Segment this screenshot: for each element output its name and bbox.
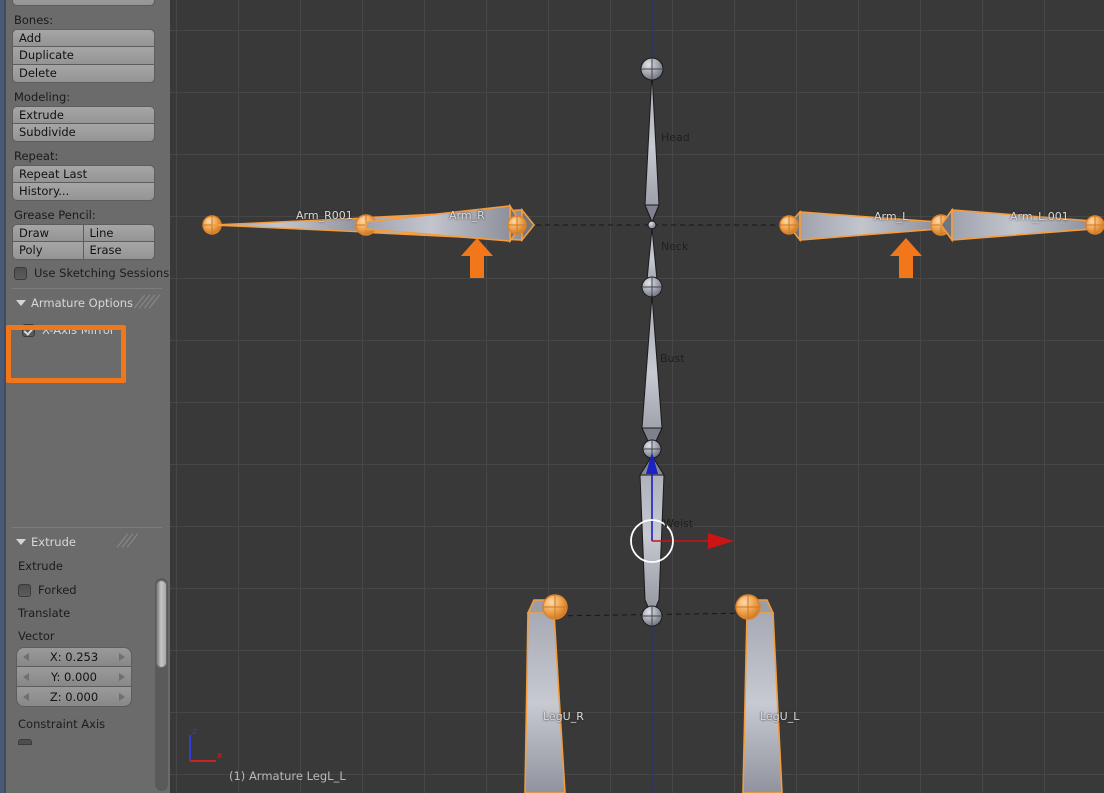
panel-divider-2 [12,527,162,528]
vector-x-field[interactable]: X: 0.253 [16,647,132,667]
triangle-down-icon [16,299,26,306]
gp-line-button[interactable]: Line [83,224,155,242]
increment-arrow-icon-z[interactable] [119,692,125,701]
constraint-axis-checkbox-clipped[interactable] [18,739,32,745]
modeling-section-label: Modeling: [14,90,71,104]
panel-divider-1 [12,288,162,289]
triangle-down-icon-2 [16,538,26,545]
increment-arrow-icon-y[interactable] [119,672,125,681]
increment-arrow-icon-x[interactable] [119,653,125,661]
gp-erase-button[interactable]: Erase [83,242,155,260]
forked-row[interactable]: Forked [18,583,170,597]
grease-pencil-section-label: Grease Pencil: [14,208,96,222]
vector-y-value: Y: 0.000 [51,669,97,684]
vector-y-field[interactable]: Y: 0.000 [16,667,132,687]
clipped-button-above[interactable] [12,0,155,6]
extrude-operator-label: Extrude [18,559,63,573]
vector-label: Vector [18,629,55,643]
vector-z-field[interactable]: Z: 0.000 [16,687,132,707]
decrement-arrow-icon-z[interactable] [23,692,29,701]
repeat-section-label: Repeat: [14,149,59,163]
vector-x-value: X: 0.253 [49,650,99,664]
use-sketching-sessions-checkbox[interactable] [14,266,27,280]
tool-shelf-scrollbar-track[interactable] [155,578,168,791]
armature-render [202,0,1104,793]
tool-shelf-panel: Bones: Add Duplicate Delete Modeling: Ex… [0,0,170,793]
extrude-panel-header[interactable]: Extrude [12,533,162,550]
armature-options-title: Armature Options [31,295,134,310]
subdivide-button[interactable]: Subdivide [12,124,155,142]
grease-pencil-row-1: Draw Line [12,224,155,242]
vector-field-group: X: 0.253 Y: 0.000 Z: 0.000 [16,647,132,707]
grease-pencil-row-2: Poly Erase [12,242,155,260]
gp-poly-button[interactable]: Poly [12,242,84,260]
3d-viewport[interactable]: Head Neck Bust Weist Arm_R001 Arm_R Arm_… [170,0,1104,793]
decrement-arrow-icon-x[interactable] [23,653,29,661]
x-axis-mirror-checkbox[interactable] [22,323,35,337]
history-button[interactable]: History... [12,183,155,201]
extrude-panel-title: Extrude [31,534,76,549]
decrement-arrow-icon-y[interactable] [23,672,29,681]
vector-z-value: Z: 0.000 [49,689,99,704]
tool-shelf-scroll-area: Bones: Add Duplicate Delete Modeling: Ex… [6,0,170,793]
use-sketching-sessions-label: Use Sketching Sessions [34,266,170,280]
repeat-last-button[interactable]: Repeat Last [12,165,155,183]
translate-label: Translate [18,606,71,620]
extrude-button[interactable]: Extrude [12,106,155,124]
viewport-status-text: (1) Armature LegL_L [229,769,346,783]
use-sketching-sessions-row[interactable]: Use Sketching Sessions [14,266,170,280]
axis-gizmo: z x [189,727,223,762]
bones-section-label: Bones: [14,13,54,27]
gp-draw-button[interactable]: Draw [12,224,84,242]
axis-gizmo-z-label: z [192,727,197,737]
axis-gizmo-x-label: x [217,751,223,761]
forked-checkbox[interactable] [18,583,31,597]
resize-grip-icon-2[interactable] [116,533,139,548]
add-bone-button[interactable]: Add [12,29,155,47]
resize-grip-icon[interactable] [133,294,161,309]
x-axis-mirror-label: X-Axis Mirror [42,323,115,337]
armature-options-header[interactable]: Armature Options [12,294,162,311]
duplicate-bone-button[interactable]: Duplicate [12,47,155,65]
tool-shelf-scrollbar-thumb[interactable] [156,580,167,668]
constraint-axis-label: Constraint Axis [18,717,106,731]
forked-label: Forked [38,583,77,597]
x-axis-mirror-row[interactable]: X-Axis Mirror [22,323,170,337]
delete-bone-button[interactable]: Delete [12,65,155,83]
